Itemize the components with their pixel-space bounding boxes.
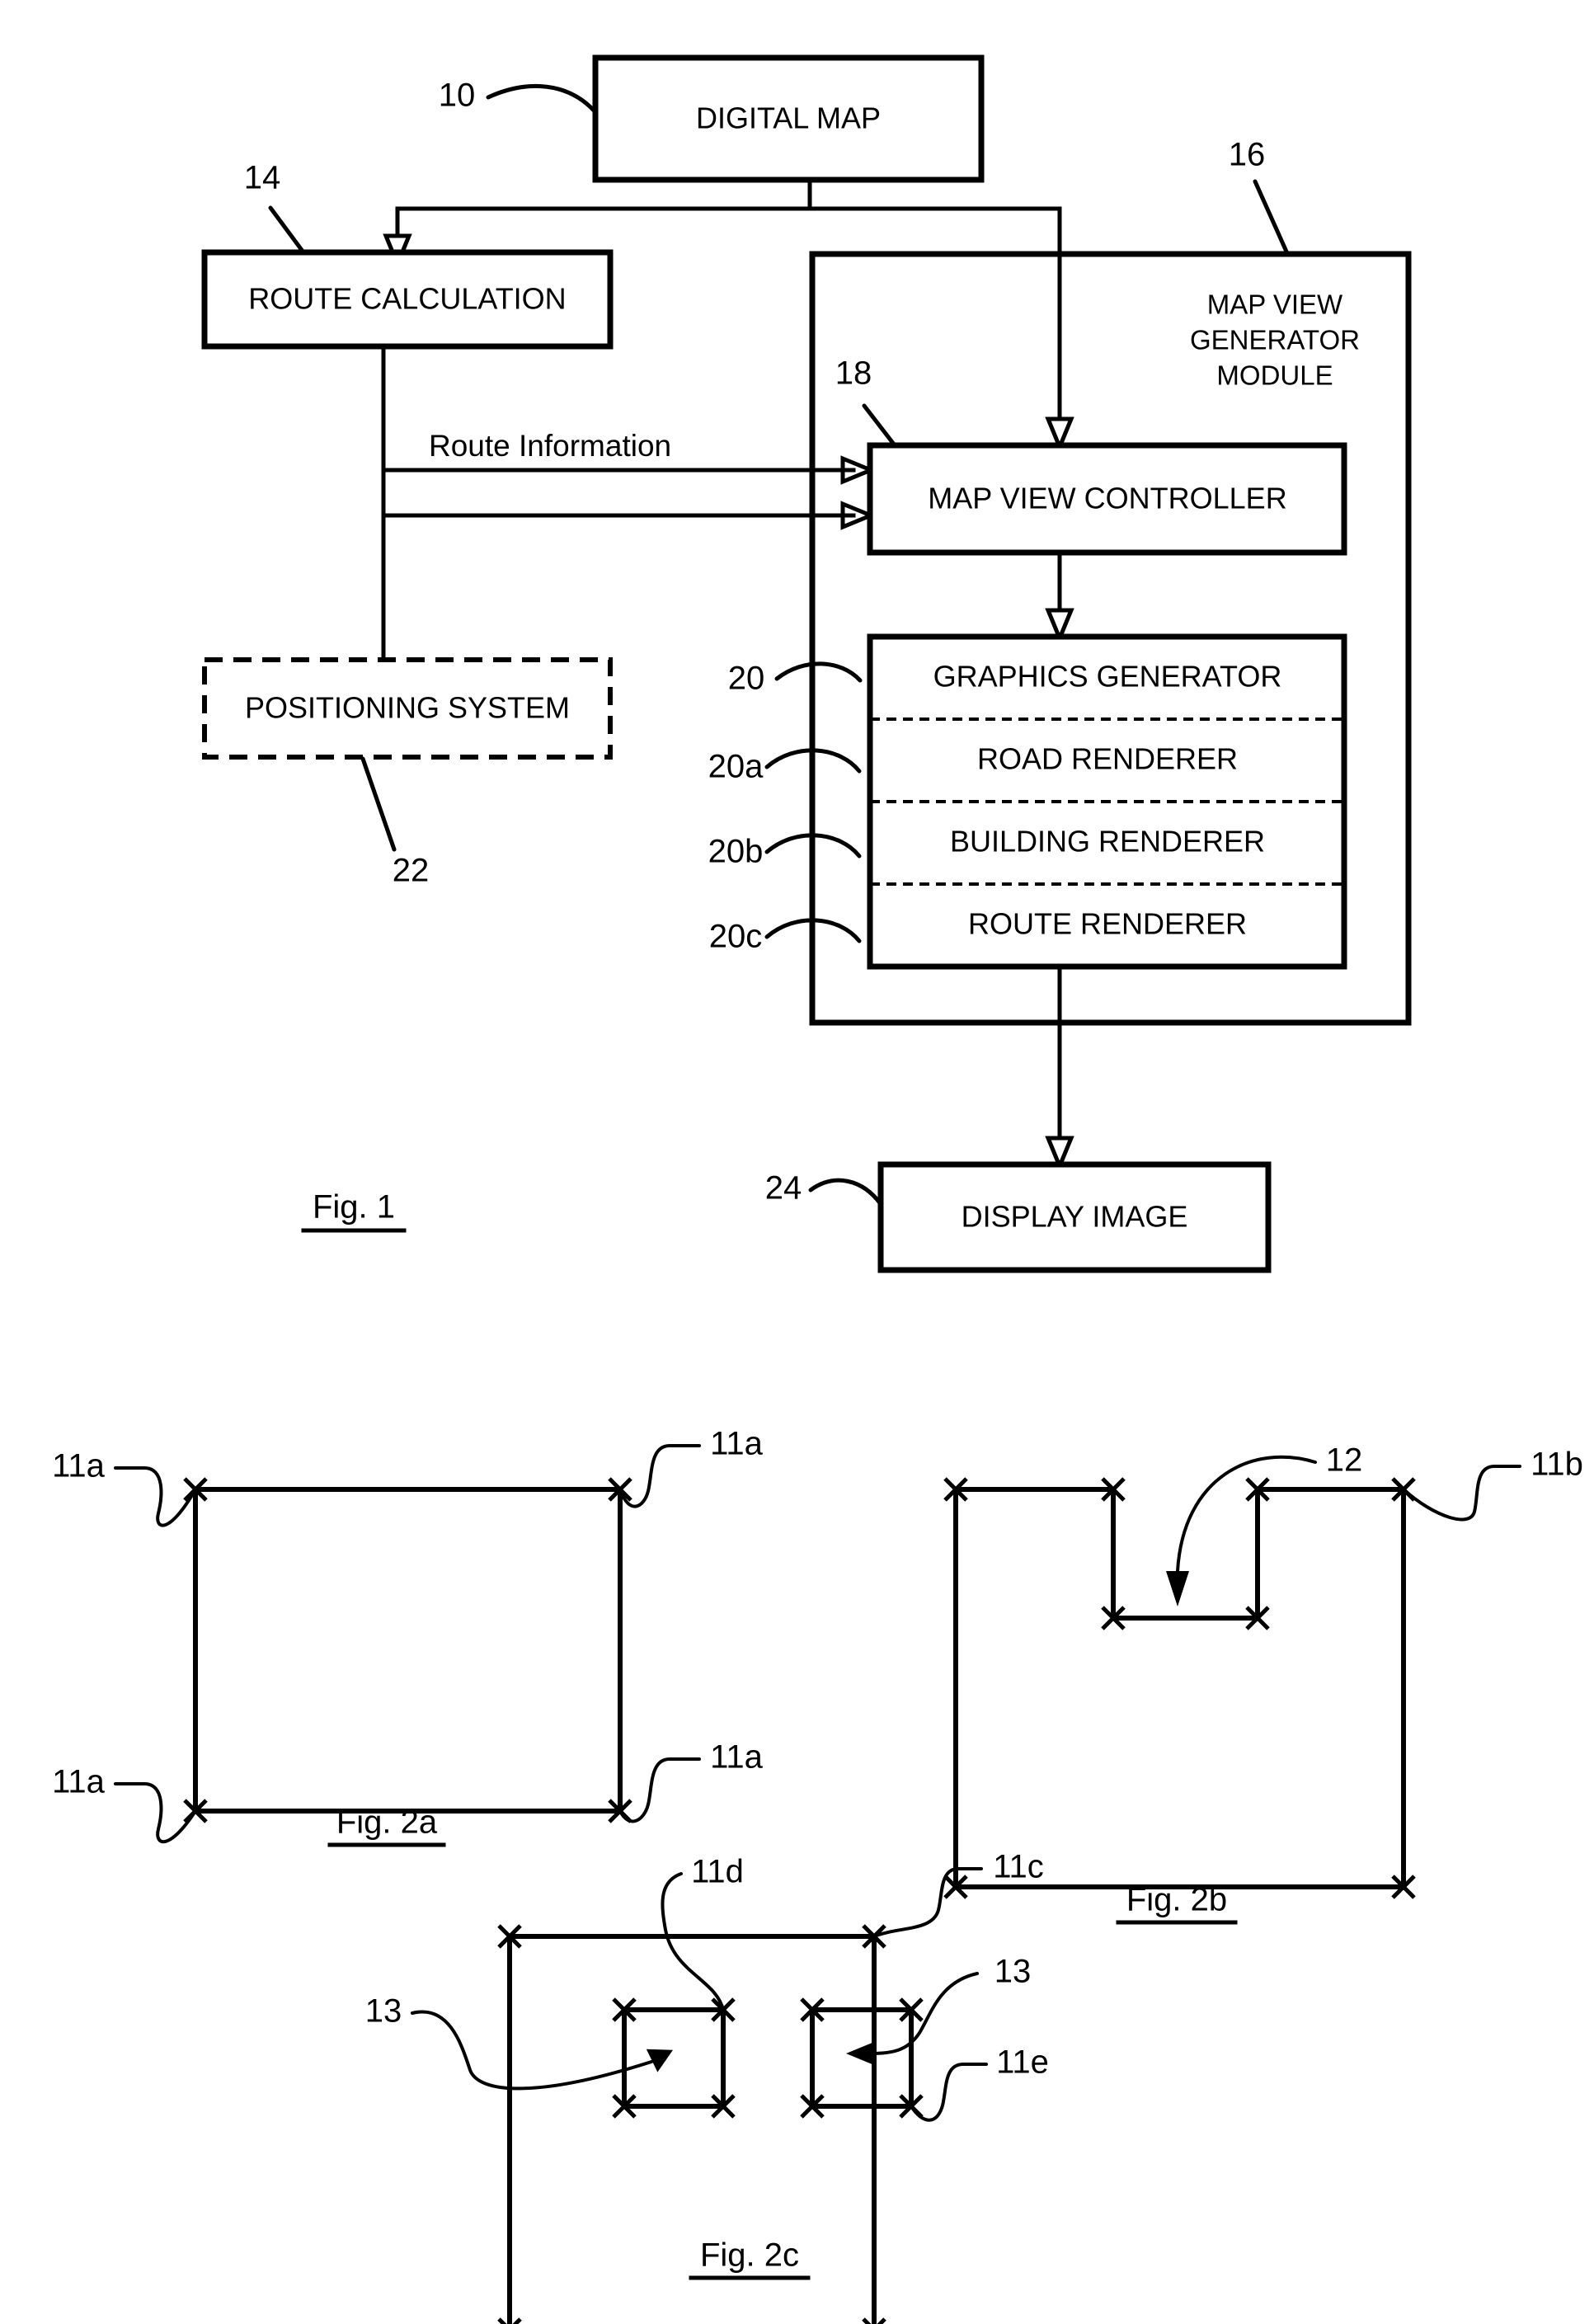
fig2a-leader-br — [618, 1757, 701, 1823]
ref-16: 16 — [1229, 137, 1266, 173]
fig2a-ref-top-right: 11a — [710, 1426, 764, 1462]
ref-24: 24 — [765, 1170, 802, 1207]
ref-20: 20 — [728, 661, 765, 697]
building-renderer-label: BUILDING RENDERER — [950, 825, 1265, 859]
route-calculation-label: ROUTE CALCULATION — [248, 282, 566, 316]
connector-digitalmap-to-routecalc — [395, 177, 812, 238]
positioning-system-label: POSITIONING SYSTEM — [245, 691, 570, 725]
leader-ref-10 — [486, 83, 598, 115]
fig2b-vertex-marks — [943, 1477, 1416, 1899]
display-image-label: DISPLAY IMAGE — [962, 1200, 1188, 1234]
figure-canvas: DIGITAL MAP ROUTE CALCULATION POSITIONIN… — [52, 54, 1583, 2324]
map-view-module-label-line3: MODULE — [1216, 360, 1333, 391]
graphics-generator-label: GRAPHICS GENERATOR — [933, 660, 1282, 694]
fig2b-caption: Fig. 2b — [1126, 1882, 1227, 1918]
leader-ref-22 — [360, 756, 397, 852]
leader-ref-14 — [268, 205, 306, 255]
fig2c-inner-rectangle-left — [622, 2007, 726, 2109]
fig2b-ref-outline: 11b — [1531, 1447, 1583, 1483]
fig2a-ref-top-left: 11a — [52, 1448, 106, 1484]
fig2b-arrowhead-12 — [1166, 1571, 1189, 1607]
road-renderer-label: ROAD RENDERER — [977, 742, 1238, 776]
fig2c-ref-hole-right: 13 — [994, 1954, 1032, 1990]
fig2a-ref-bottom-left: 11a — [52, 1764, 106, 1800]
fig2b-leader-11b — [1402, 1465, 1521, 1522]
fig2a-corner-marks — [183, 1477, 632, 1823]
fig2c-ref-inner-right: 11e — [996, 2044, 1049, 2081]
fig2c-caption: Fig. 2c — [700, 2237, 799, 2274]
map-view-module-label-line2: GENERATOR — [1190, 325, 1360, 355]
leader-ref-20 — [774, 661, 863, 683]
fig2a-ref-bottom-right: 11a — [710, 1739, 764, 1776]
fig2a-caption: Fig. 2a — [336, 1804, 438, 1841]
ref-14: 14 — [244, 160, 281, 196]
fig1-caption: Fig. 1 — [313, 1189, 395, 1226]
digital-map-label: DIGITAL MAP — [696, 101, 881, 135]
fig2a-rectangle — [193, 1487, 623, 1814]
route-information-label: Route Information — [429, 429, 671, 463]
fig2c-leader-13-left — [411, 2010, 653, 2091]
fig2a-leader-tr — [618, 1444, 701, 1508]
fig2c-leader-13-right — [866, 1972, 979, 2055]
fig2a-leader-bl — [114, 1782, 197, 1844]
fig2c-arrowhead-13-right — [846, 2042, 874, 2065]
fig2c-ref-inner-top: 11d — [691, 1854, 744, 1890]
patent-figure-sheet: DIGITAL MAP ROUTE CALCULATION POSITIONIN… — [0, 0, 1594, 2324]
fig2c-leader-11d — [661, 1872, 725, 2011]
ref-18: 18 — [835, 355, 872, 392]
fig2b-ref-notch: 12 — [1326, 1442, 1363, 1479]
leader-ref-24 — [808, 1178, 883, 1207]
fig2c-arrowhead-13-left — [646, 2049, 674, 2072]
leader-ref-18 — [862, 403, 897, 448]
fig2a-leader-tl — [114, 1466, 197, 1527]
ref-22: 22 — [393, 853, 430, 889]
map-view-controller-label: MAP VIEW CONTROLLER — [928, 482, 1286, 515]
fig2c-leader-11e — [910, 2063, 988, 2122]
ref-10: 10 — [439, 78, 476, 114]
ref-20a: 20a — [708, 749, 764, 785]
route-renderer-label: ROUTE RENDERER — [968, 907, 1247, 941]
ref-20b: 20b — [708, 834, 764, 870]
map-view-module-label-line1: MAP VIEW — [1207, 289, 1343, 320]
ref-20c: 20c — [709, 919, 763, 955]
fig2c-ref-outer-top: 11c — [993, 1849, 1044, 1885]
fig2b-leader-12 — [1176, 1455, 1317, 1573]
fig2c-outer-rectangle — [507, 1934, 877, 2324]
fig2c-ref-hole-left: 13 — [365, 1993, 402, 2030]
leader-ref-16 — [1253, 179, 1289, 254]
